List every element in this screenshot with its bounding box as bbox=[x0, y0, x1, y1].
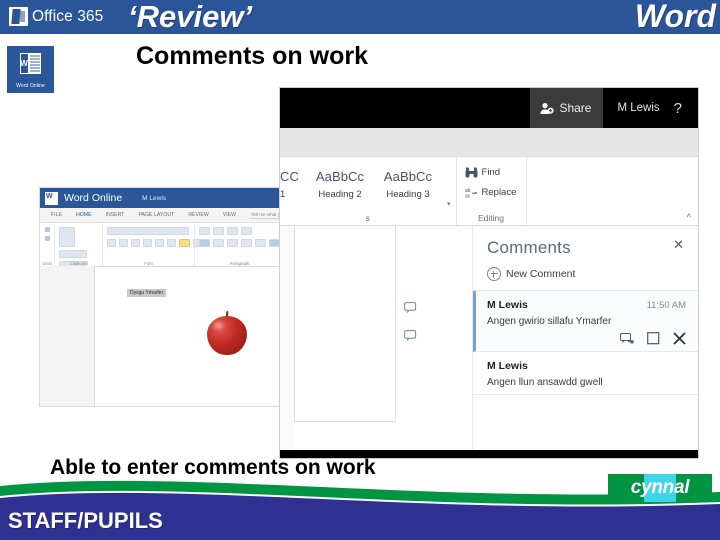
style-name: Heading 3 bbox=[386, 189, 430, 200]
office365-logo: Office 365 bbox=[9, 7, 103, 26]
circle-plus-icon bbox=[487, 267, 501, 281]
style-name: Heading 2 bbox=[318, 189, 362, 200]
comment-item[interactable]: M Lewis 11:50 AM Angen gwirio sillafu Ym… bbox=[473, 291, 698, 352]
find-button[interactable]: Find bbox=[465, 167, 526, 178]
tab-review[interactable]: REVIEW bbox=[181, 212, 215, 218]
comment-item[interactable]: M Lewis Angen llun ansawdd gwell bbox=[473, 352, 698, 395]
styles-gallery: CC 1 AaBbCc Heading 2 AaBbCc Heading 3 ▾… bbox=[280, 157, 457, 225]
red-apple-image bbox=[207, 310, 247, 355]
tab-page-layout[interactable]: PAGE LAYOUT bbox=[131, 212, 181, 218]
share-label: Share bbox=[559, 101, 592, 115]
word-ribbon: CC 1 AaBbCc Heading 2 AaBbCc Heading 3 ▾… bbox=[280, 157, 698, 226]
tab-home[interactable]: HOME bbox=[69, 212, 99, 218]
close-icon[interactable]: ✕ bbox=[673, 238, 684, 251]
word-doc-icon: W bbox=[19, 53, 42, 74]
styles-expander-icon[interactable]: ▾ bbox=[442, 200, 456, 208]
small-window-brand: Word Online bbox=[64, 192, 123, 204]
highlighted-text: Dysgu Ymarfer bbox=[127, 289, 167, 297]
page-title: ‘Review’ bbox=[128, 0, 253, 34]
comment-author: M Lewis bbox=[487, 360, 528, 372]
app-tile-label: Word Online bbox=[16, 83, 45, 89]
word-online-window-small: Word Online M Lewis FILE HOME INSERT PAG… bbox=[40, 188, 285, 406]
comment-actions bbox=[487, 332, 686, 345]
cynnal-logo: cynnal bbox=[608, 474, 712, 502]
reply-icon[interactable] bbox=[620, 332, 634, 345]
office-logo-icon bbox=[9, 7, 28, 26]
user-name[interactable]: M Lewis bbox=[603, 102, 673, 114]
replace-button[interactable]: ab ac Replace bbox=[465, 187, 526, 198]
office365-brand-text: Office 365 bbox=[32, 7, 104, 25]
ribbon-empty-space: ^ bbox=[527, 157, 698, 225]
styles-group-label: s bbox=[365, 213, 370, 223]
style-sample: AaBbCc bbox=[383, 169, 433, 184]
document-gutter bbox=[280, 226, 294, 458]
editing-group: Find ab ac Replace Editing bbox=[457, 157, 527, 225]
comment-text: Angen gwirio sillafu Ymarfer bbox=[487, 316, 612, 327]
comments-pane: Comments ✕ New Comment M Lewis 11:50 AM … bbox=[473, 226, 698, 458]
tab-insert[interactable]: INSERT bbox=[99, 212, 132, 218]
word-topbar: Share M Lewis ? bbox=[280, 88, 698, 128]
binoculars-icon bbox=[465, 167, 478, 178]
ribbon-group-undo: Undo bbox=[40, 223, 56, 267]
editing-group-label: Editing bbox=[478, 213, 505, 223]
delete-x-icon[interactable] bbox=[673, 332, 686, 345]
header-bar: Office 365 ‘Review’ Word bbox=[0, 0, 720, 34]
slide-canvas: Office 365 ‘Review’ Word Comments on wor… bbox=[0, 0, 720, 540]
small-window-titlebar: Word Online M Lewis bbox=[40, 188, 285, 208]
replace-abc-icon: ab ac bbox=[465, 188, 478, 199]
comments-pane-title: Comments bbox=[487, 238, 571, 257]
ribbon-group-paragraph: Paragraph bbox=[195, 223, 285, 267]
svg-text:ac: ac bbox=[465, 194, 471, 199]
comment-author: M Lewis bbox=[487, 299, 528, 311]
document-page[interactable] bbox=[294, 226, 396, 422]
small-window-user: M Lewis bbox=[142, 194, 167, 202]
find-label: Find bbox=[481, 167, 500, 178]
comment-text: Angen llun ansawdd gwell bbox=[487, 377, 603, 388]
new-comment-button[interactable]: New Comment bbox=[487, 267, 698, 281]
style-item-heading-3[interactable]: AaBbCc Heading 3 bbox=[374, 169, 442, 200]
small-window-tabs: FILE HOME INSERT PAGE LAYOUT REVIEW VIEW… bbox=[40, 208, 285, 223]
word-body: Comments ✕ New Comment M Lewis 11:50 AM … bbox=[280, 226, 698, 458]
tab-view[interactable]: VIEW bbox=[216, 212, 243, 218]
style-item-heading-2[interactable]: AaBbCc Heading 2 bbox=[306, 169, 374, 200]
product-title: Word bbox=[634, 0, 716, 34]
help-icon[interactable]: ? bbox=[674, 100, 698, 117]
footer-label: STAFF/PUPILS bbox=[8, 508, 163, 533]
ribbon-group-font: Font bbox=[103, 223, 204, 267]
chevron-up-icon[interactable]: ^ bbox=[687, 212, 691, 222]
small-window-side-strip bbox=[40, 266, 95, 406]
share-button[interactable]: Share bbox=[530, 88, 604, 128]
replace-label: Replace bbox=[481, 187, 517, 198]
word-online-app-tile[interactable]: W Word Online bbox=[7, 46, 54, 93]
style-name: 1 bbox=[280, 189, 286, 200]
word-screenshot-large: Share M Lewis ? CC 1 AaBbCc Heading 2 Aa… bbox=[280, 88, 698, 458]
comment-time: 11:50 AM bbox=[646, 300, 686, 311]
small-window-document[interactable]: Dysgu Ymarfer bbox=[94, 266, 285, 406]
cynnal-logo-text: cynnal bbox=[630, 477, 690, 498]
word-icon bbox=[45, 191, 58, 205]
subtitle: Comments on work bbox=[136, 42, 368, 70]
new-comment-label: New Comment bbox=[506, 268, 576, 280]
tab-file[interactable]: FILE bbox=[44, 212, 69, 218]
comment-balloon-icon[interactable] bbox=[404, 330, 419, 348]
style-item[interactable]: CC 1 bbox=[280, 169, 306, 200]
style-sample: AaBbCc bbox=[315, 169, 365, 184]
share-person-icon bbox=[540, 102, 555, 114]
style-sample: CC bbox=[280, 169, 299, 184]
document-area[interactable] bbox=[280, 226, 473, 458]
comments-pane-header: Comments ✕ New Comment bbox=[473, 226, 698, 291]
ribbon-group-clipboard: Clipboard bbox=[55, 223, 103, 269]
resolve-checkbox-icon[interactable] bbox=[647, 332, 660, 345]
ribbon-tab-band bbox=[280, 128, 698, 157]
comment-balloon-icon[interactable] bbox=[404, 302, 419, 320]
small-window-ribbon: Undo Clipboard Font Paragraph bbox=[40, 223, 285, 269]
